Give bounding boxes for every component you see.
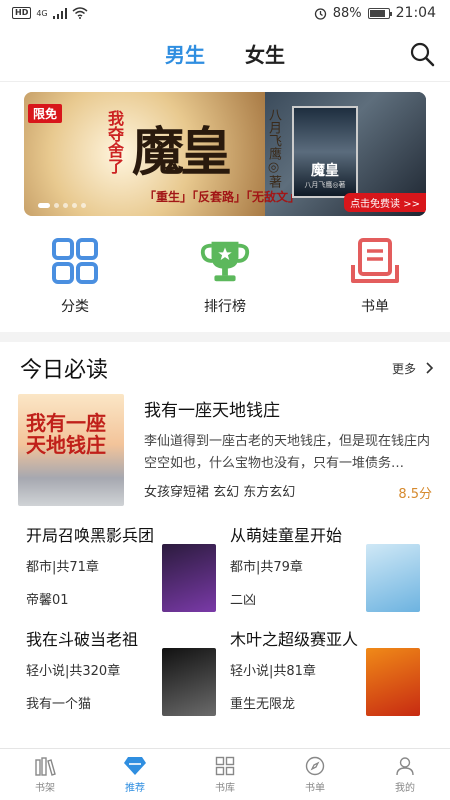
featured-book-meta: 女孩穿短裙 玄幻 东方玄幻 8.5分	[144, 483, 432, 503]
book-card[interactable]: 从萌娃童星开始 都市|共79章 二凶	[230, 516, 434, 620]
compass-icon	[305, 756, 325, 775]
tab-female[interactable]: 女生	[245, 39, 285, 68]
banner-title: 魔皇	[132, 122, 232, 183]
banner-book-cover: 魔皇 八月飞鹰◎著	[292, 106, 358, 198]
book-cover	[366, 648, 420, 716]
search-icon[interactable]	[408, 40, 436, 68]
booklist-button[interactable]: 书单	[325, 236, 425, 322]
booklist-label: 书单	[361, 299, 389, 315]
section-header: 今日必读 更多	[0, 342, 450, 394]
ranking-label: 排行榜	[204, 299, 246, 315]
grid-icon	[50, 236, 100, 286]
diamond-icon	[124, 756, 146, 775]
nav-label: 书库	[215, 782, 235, 794]
book-title: 木叶之超级赛亚人	[230, 630, 359, 649]
book-cover	[366, 544, 420, 612]
ranking-button[interactable]: 排行榜	[175, 236, 275, 322]
book-grid: 开局召唤黑影兵团 都市|共71章 帝馨01 从萌娃童星开始 都市|共79章 二凶…	[0, 516, 450, 724]
featured-cover-title: 我有一座天地钱庄	[26, 411, 106, 457]
nav-recommend[interactable]: 推荐	[90, 749, 180, 800]
carousel-dot	[72, 203, 77, 208]
carousel-dot	[81, 203, 86, 208]
book-title: 开局召唤黑影兵团	[26, 526, 155, 545]
carousel-indicator	[38, 203, 86, 208]
featured-book-score: 8.5分	[398, 487, 432, 502]
hd-badge: HD	[12, 7, 32, 19]
battery-percent: 88%	[332, 5, 362, 21]
category-button[interactable]: 分类	[25, 236, 125, 322]
section-divider	[0, 332, 450, 342]
nav-label: 书架	[35, 782, 55, 794]
battery-icon	[367, 7, 392, 19]
top-header: 男生 女生	[0, 26, 450, 82]
nav-label: 书单	[305, 782, 325, 794]
nav-booklist[interactable]: 书单	[270, 749, 360, 800]
book-card[interactable]: 开局召唤黑影兵团 都市|共71章 帝馨01	[26, 516, 230, 620]
more-link[interactable]: 更多	[392, 360, 434, 377]
featured-book[interactable]: 我有一座天地钱庄 我有一座天地钱庄 李仙道得到一座古老的天地钱庄，但是现在钱庄内…	[0, 394, 450, 516]
free-read-button[interactable]: 点击免费读 >>	[344, 193, 426, 212]
wifi-icon	[72, 7, 88, 19]
tab-male[interactable]: 男生	[165, 39, 205, 68]
nav-bookshelf[interactable]: 书架	[0, 749, 90, 800]
banner-cover-title: 魔皇	[311, 163, 339, 179]
network-indicator: 4G	[36, 8, 48, 18]
carousel-dot	[63, 203, 68, 208]
banner-cover-author: 八月飞鹰◎著	[304, 181, 346, 189]
book-title: 我在斗破当老祖	[26, 630, 139, 649]
trophy-icon	[200, 236, 250, 286]
nav-label: 我的	[395, 782, 415, 794]
booklist-icon	[350, 236, 400, 286]
clock: 21:04	[395, 5, 436, 21]
book-cover	[162, 544, 216, 612]
featured-book-title: 我有一座天地钱庄	[144, 401, 280, 421]
carousel-dot	[54, 203, 59, 208]
book-title: 从萌娃童星开始	[230, 526, 343, 545]
banner-author: 八月飞鹰◎著	[266, 108, 281, 188]
profile-icon	[396, 756, 414, 775]
category-label: 分类	[61, 299, 89, 315]
alarm-icon	[314, 7, 326, 20]
status-bar: HD 4G 88% 21:04	[0, 0, 450, 26]
section-title: 今日必读	[20, 358, 109, 383]
banner-tagline: 我夺舍了	[105, 110, 124, 174]
featured-book-tags: 女孩穿短裙 玄幻 东方玄幻	[144, 485, 296, 500]
book-card[interactable]: 木叶之超级赛亚人 轻小说|共81章 重生无限龙	[230, 620, 434, 724]
quick-nav: 分类 排行榜 书单	[0, 216, 450, 332]
nav-profile[interactable]: 我的	[360, 749, 450, 800]
book-cover	[162, 648, 216, 716]
featured-book-info: 我有一座天地钱庄 李仙道得到一座古老的天地钱庄，但是现在钱庄内空空如也，什么宝物…	[144, 394, 432, 516]
featured-book-cover: 我有一座天地钱庄	[18, 394, 124, 506]
battery-fill	[369, 9, 386, 17]
chevron-right-icon	[426, 362, 434, 374]
status-left: HD 4G	[12, 7, 88, 19]
banner-keywords: 「重生」「反套路」「无敌文」	[144, 190, 301, 204]
more-label: 更多	[391, 361, 416, 376]
book-card[interactable]: 我在斗破当老祖 轻小说|共320章 我有一个猫	[26, 620, 230, 724]
bookshelf-icon	[35, 756, 56, 776]
featured-book-description: 李仙道得到一座古老的天地钱庄，但是现在钱庄内空空如也，什么宝物也没有，只有一堆债…	[144, 434, 431, 471]
nav-label: 推荐	[125, 782, 145, 794]
limited-free-badge: 限免	[28, 104, 63, 123]
signal-icon	[52, 7, 67, 19]
promo-banner[interactable]: 限免 我夺舍了 魔皇 八月飞鹰◎著 「重生」「反套路」「无敌文」 魔皇 八月飞鹰…	[24, 92, 426, 216]
nav-library[interactable]: 书库	[180, 749, 270, 800]
status-right: 88% 21:04	[314, 5, 436, 21]
carousel-dot	[38, 203, 50, 208]
library-icon	[215, 756, 235, 775]
bottom-nav: 书架 推荐 书库 书单 我的	[0, 748, 450, 800]
